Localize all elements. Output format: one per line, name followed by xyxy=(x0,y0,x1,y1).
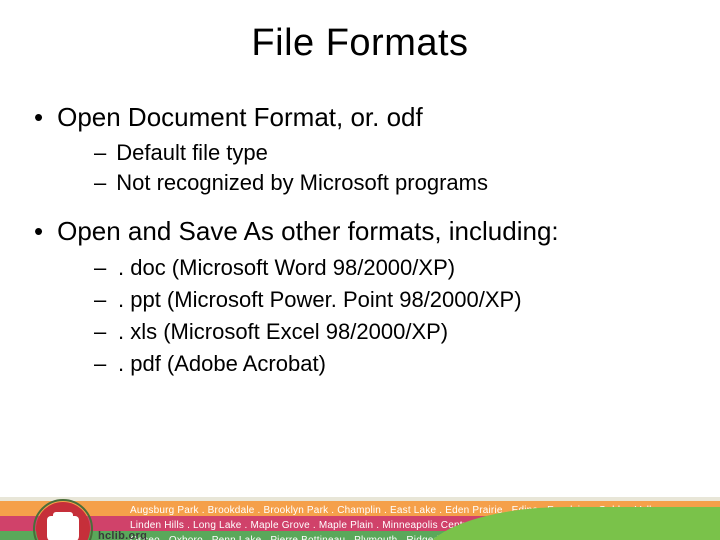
bullet-text: Open and Save As other formats, includin… xyxy=(57,215,559,247)
dash-icon: – xyxy=(94,139,106,167)
slide-title: File Formats xyxy=(0,22,720,65)
sub-bullet-item: – Not recognized by Microsoft programs xyxy=(94,169,692,197)
dash-icon: – xyxy=(94,349,104,379)
sub-bullet-item: – . pdf (Adobe Acrobat) xyxy=(94,349,692,379)
slide: File Formats • Open Document Format, or.… xyxy=(0,22,720,540)
sub-bullet-item: – . doc (Microsoft Word 98/2000/XP) xyxy=(94,253,692,283)
sub-bullet-item: – . ppt (Microsoft Power. Point 98/2000/… xyxy=(94,285,692,315)
sub-bullet-text: . xls (Microsoft Excel 98/2000/XP) xyxy=(118,317,448,347)
bullet-dot-icon: • xyxy=(34,215,43,247)
sub-bullet-text: . pdf (Adobe Acrobat) xyxy=(118,349,326,379)
dash-icon: – xyxy=(94,169,106,197)
dash-icon: – xyxy=(94,285,104,315)
sub-list: – . doc (Microsoft Word 98/2000/XP) – . … xyxy=(94,253,692,379)
slide-content: • Open Document Format, or. odf – Defaul… xyxy=(0,101,720,379)
bullet-dot-icon: • xyxy=(34,101,43,133)
sub-bullet-text: . doc (Microsoft Word 98/2000/XP) xyxy=(118,253,455,283)
bullet-text: Open Document Format, or. odf xyxy=(57,101,423,133)
footer-url: hclib.org xyxy=(98,530,147,540)
sub-bullet-item: – Default file type xyxy=(94,139,692,167)
sub-bullet-item: – . xls (Microsoft Excel 98/2000/XP) xyxy=(94,317,692,347)
sub-bullet-text: Not recognized by Microsoft programs xyxy=(116,169,488,197)
sub-bullet-text: . ppt (Microsoft Power. Point 98/2000/XP… xyxy=(118,285,522,315)
footer-banner: Augsburg Park . Brookdale . Brooklyn Par… xyxy=(0,494,720,540)
sub-list: – Default file type – Not recognized by … xyxy=(94,139,692,197)
sub-bullet-text: Default file type xyxy=(116,139,268,167)
bullet-item: • Open Document Format, or. odf xyxy=(28,101,692,133)
dash-icon: – xyxy=(94,253,104,283)
book-icon xyxy=(47,516,79,540)
bullet-item: • Open and Save As other formats, includ… xyxy=(28,215,692,247)
dash-icon: – xyxy=(94,317,104,347)
